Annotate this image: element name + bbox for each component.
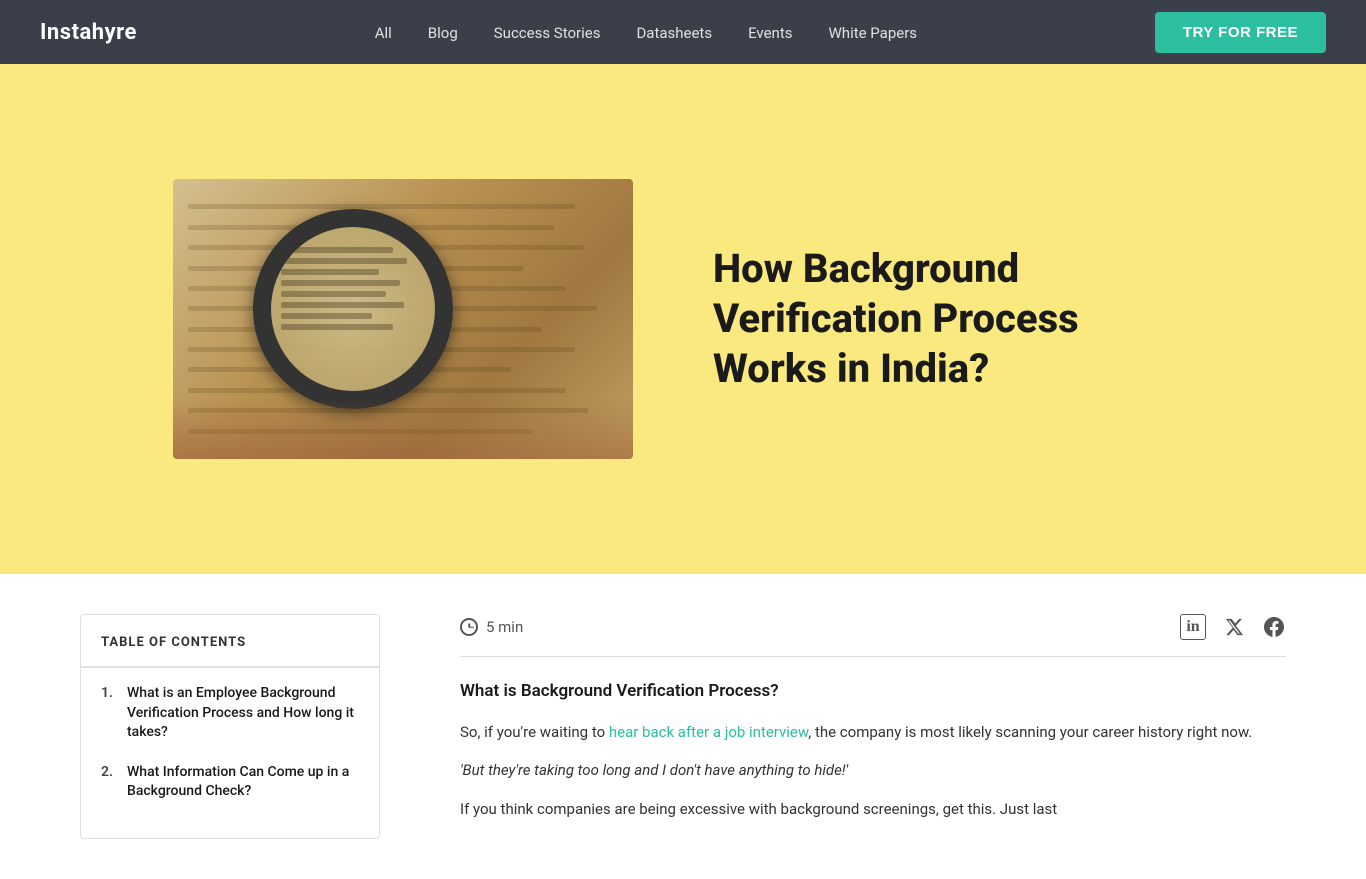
nav-link-events[interactable]: Events xyxy=(748,24,792,42)
social-share-icons: in xyxy=(1180,614,1286,640)
toc-number-2: 2. xyxy=(101,763,113,780)
facebook-icon[interactable] xyxy=(1262,615,1286,639)
article-italic-text: 'But they're taking too long and I don't… xyxy=(460,761,848,779)
toc-list: 1. What is an Employee Background Verifi… xyxy=(81,668,379,838)
read-time: 5 min xyxy=(460,618,523,636)
article-paragraph-2: 'But they're taking too long and I don't… xyxy=(460,757,1286,783)
toc-item-1: 1. What is an Employee Background Verifi… xyxy=(101,684,359,743)
nav-link-all[interactable]: All xyxy=(375,24,392,42)
site-logo[interactable]: Instahyre xyxy=(40,20,137,45)
article-link-interview[interactable]: hear back after a job interview xyxy=(609,723,808,741)
paper-background xyxy=(173,179,633,459)
toc-header-label: TABLE OF CONTENTS xyxy=(101,635,246,650)
linkedin-icon[interactable]: in xyxy=(1180,614,1206,640)
try-free-button[interactable]: TRY FOR FREE xyxy=(1155,12,1326,53)
nav-link-datasheets[interactable]: Datasheets xyxy=(636,24,712,42)
article-subtitle: What is Background Verification Process? xyxy=(460,681,1286,701)
paragraph-1-post: , the company is most likely scanning yo… xyxy=(808,723,1252,741)
nav-links: All Blog Success Stories Datasheets Even… xyxy=(375,23,917,42)
content-section: TABLE OF CONTENTS 1. What is an Employee… xyxy=(0,574,1366,879)
clock-icon xyxy=(460,618,478,636)
clock-minute-hand xyxy=(469,626,474,628)
hero-text-block: How Background Verification Process Work… xyxy=(713,244,1193,394)
paragraph-1-pre: So, if you're waiting to xyxy=(460,723,609,741)
nav-link-blog[interactable]: Blog xyxy=(428,24,458,42)
article-paragraph-3: If you think companies are being excessi… xyxy=(460,796,1286,822)
hero-section: How Background Verification Process Work… xyxy=(0,64,1366,574)
magnifier-text xyxy=(281,247,421,335)
twitter-icon[interactable] xyxy=(1222,615,1246,639)
table-of-contents: TABLE OF CONTENTS 1. What is an Employee… xyxy=(80,614,380,839)
hand-shadow xyxy=(173,399,633,459)
nav-link-white-papers[interactable]: White Papers xyxy=(829,24,918,42)
hero-image-container xyxy=(173,179,633,459)
magnifying-glass-icon xyxy=(253,209,453,409)
toc-item-2: 2. What Information Can Come up in a Bac… xyxy=(101,763,359,802)
toc-number-1: 1. xyxy=(101,684,113,701)
hero-title: How Background Verification Process Work… xyxy=(713,244,1193,394)
read-time-label: 5 min xyxy=(486,618,523,636)
navbar: Instahyre All Blog Success Stories Datas… xyxy=(0,0,1366,64)
toc-link-1[interactable]: What is an Employee Background Verificat… xyxy=(127,684,359,743)
nav-link-success-stories[interactable]: Success Stories xyxy=(494,24,601,42)
hero-image xyxy=(173,179,633,459)
toc-link-2[interactable]: What Information Can Come up in a Backgr… xyxy=(127,763,359,802)
article-paragraph-1: So, if you're waiting to hear back after… xyxy=(460,719,1286,745)
article-content: 5 min in What is Background Verification… xyxy=(460,614,1286,839)
toc-header: TABLE OF CONTENTS xyxy=(81,615,379,668)
article-meta: 5 min in xyxy=(460,614,1286,657)
